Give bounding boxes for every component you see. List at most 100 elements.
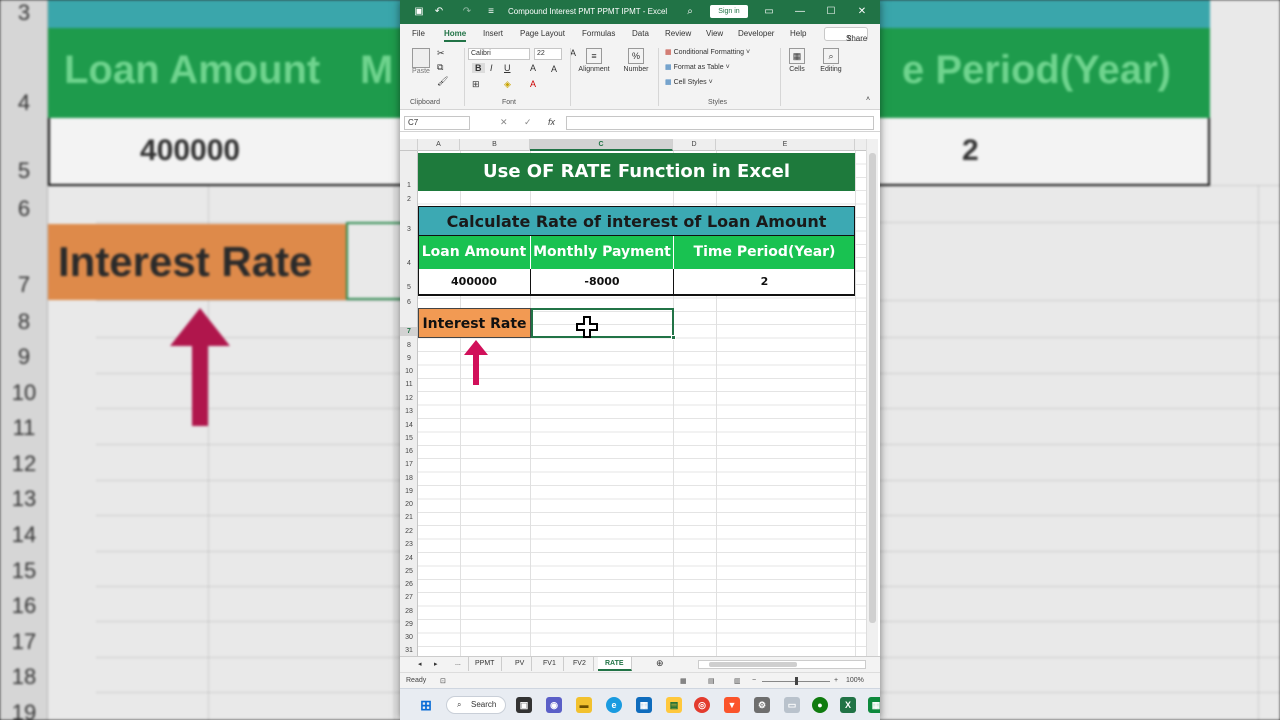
row-header[interactable]: 15 xyxy=(400,434,417,443)
font-name-select[interactable]: Calibri xyxy=(468,48,530,60)
strikethrough-icon[interactable]: A xyxy=(530,63,536,73)
column-header-a[interactable]: A xyxy=(418,139,460,151)
editing-button[interactable]: ⌕ Editing xyxy=(814,48,848,73)
decrease-font-icon[interactable]: A xyxy=(551,64,557,74)
fill-handle[interactable] xyxy=(671,335,676,340)
row-header[interactable]: 24 xyxy=(400,554,417,563)
undo-icon[interactable]: ↶ xyxy=(432,5,446,19)
tab-help[interactable]: Help xyxy=(790,29,806,38)
row-header[interactable]: 13 xyxy=(400,407,417,416)
header-time-period[interactable]: Time Period(Year) xyxy=(674,236,855,269)
search-icon[interactable]: ⌕ xyxy=(683,5,697,19)
row-header[interactable]: 29 xyxy=(400,620,417,629)
vertical-scrollbar[interactable] xyxy=(866,139,878,656)
value-time-period[interactable]: 2 xyxy=(674,269,855,295)
underline-icon[interactable]: U xyxy=(504,63,511,73)
redo-icon[interactable]: ↷ xyxy=(460,5,474,19)
row-header-selected[interactable]: 7 xyxy=(400,327,417,336)
photos-icon[interactable]: ▭ xyxy=(784,697,800,713)
chat-icon[interactable]: ◉ xyxy=(546,697,562,713)
insert-function-icon[interactable]: fx xyxy=(548,117,555,127)
conditional-formatting-button[interactable]: ▦ Conditional Formatting ˅ xyxy=(665,48,750,56)
edge-icon[interactable]: e xyxy=(606,697,622,713)
minimize-icon[interactable]: — xyxy=(793,5,807,19)
name-box[interactable]: C7 xyxy=(404,116,470,130)
alignment-button[interactable]: ≡ Alignment xyxy=(574,48,614,73)
normal-view-icon[interactable]: ▦ xyxy=(680,677,687,685)
format-painter-icon[interactable]: 🖌 xyxy=(437,76,448,87)
page-layout-view-icon[interactable]: ▤ xyxy=(708,677,715,685)
sheet-tab-fv2[interactable]: FV2 xyxy=(566,657,594,671)
row-header[interactable]: 10 xyxy=(400,367,417,376)
row-header[interactable]: 31 xyxy=(400,646,417,655)
sheet-tab-pv[interactable]: PV xyxy=(508,657,533,671)
row-header[interactable]: 21 xyxy=(400,513,417,522)
file-explorer-icon[interactable]: ▬ xyxy=(576,697,592,713)
column-header-b[interactable]: B xyxy=(460,139,530,151)
xbox-icon[interactable]: ● xyxy=(812,697,828,713)
select-all-corner[interactable] xyxy=(400,139,418,151)
sign-in-button[interactable]: Sign in xyxy=(710,5,748,18)
cells-button[interactable]: ▦ Cells xyxy=(784,48,810,73)
brave-icon[interactable]: ▼ xyxy=(724,697,740,713)
number-button[interactable]: % Number xyxy=(618,48,654,73)
row-header[interactable]: 28 xyxy=(400,607,417,616)
row-header[interactable]: 12 xyxy=(400,394,417,403)
value-loan-amount[interactable]: 400000 xyxy=(418,269,531,295)
row-header[interactable]: 22 xyxy=(400,527,417,536)
zoom-thumb[interactable] xyxy=(795,677,798,685)
taskbar-search[interactable]: ⌕ Search xyxy=(446,696,506,714)
row-header[interactable]: 26 xyxy=(400,580,417,589)
tab-insert[interactable]: Insert xyxy=(483,29,503,38)
fill-color-icon[interactable]: ◈ xyxy=(504,79,511,90)
row-header[interactable]: 8 xyxy=(400,341,417,350)
zoom-in-icon[interactable]: + xyxy=(834,677,838,684)
horizontal-scrollbar[interactable] xyxy=(698,660,866,669)
zoom-out-icon[interactable]: − xyxy=(752,677,756,684)
tab-developer[interactable]: Developer xyxy=(738,29,774,38)
maximize-icon[interactable]: ☐ xyxy=(824,5,838,19)
tab-file[interactable]: File xyxy=(412,29,425,38)
column-header-e[interactable]: E xyxy=(716,139,855,151)
row-header[interactable]: 19 xyxy=(400,487,417,496)
vertical-scroll-thumb[interactable] xyxy=(869,153,876,623)
worksheet-grid[interactable]: Use OF RATE Function in Excel Calculate … xyxy=(418,151,866,656)
folder-icon[interactable]: ▤ xyxy=(666,697,682,713)
row-header[interactable]: 5 xyxy=(400,283,417,292)
font-color-icon[interactable]: A xyxy=(530,79,536,89)
settings-icon[interactable]: ⚙ xyxy=(754,697,770,713)
close-icon[interactable]: ✕ xyxy=(855,5,869,19)
font-size-select[interactable]: 22 xyxy=(534,48,562,60)
italic-icon[interactable]: I xyxy=(490,63,493,73)
zoom-level[interactable]: 100% xyxy=(846,677,864,684)
format-as-table-button[interactable]: ▦ Format as Table ˅ xyxy=(665,63,730,71)
cell-styles-button[interactable]: ▦ Cell Styles ˅ xyxy=(665,78,713,86)
value-monthly-payment[interactable]: -8000 xyxy=(531,269,674,295)
tab-home[interactable]: Home xyxy=(444,29,467,42)
row-header[interactable]: 2 xyxy=(400,195,417,204)
add-sheet-icon[interactable]: ⊕ xyxy=(656,658,664,669)
column-header-c[interactable]: C xyxy=(530,139,673,151)
sheet-title-cell[interactable]: Use OF RATE Function in Excel xyxy=(418,153,855,191)
enter-icon[interactable]: ✓ xyxy=(524,117,532,128)
header-monthly-payment[interactable]: Monthly Payment xyxy=(531,236,674,269)
row-header[interactable]: 25 xyxy=(400,567,417,576)
row-header[interactable]: 4 xyxy=(400,259,417,268)
row-header[interactable]: 1 xyxy=(400,181,417,190)
sheet-tab-fv1[interactable]: FV1 xyxy=(536,657,564,671)
row-header[interactable]: 23 xyxy=(400,540,417,549)
tab-view[interactable]: View xyxy=(706,29,723,38)
subtitle-cell[interactable]: Calculate Rate of interest of Loan Amoun… xyxy=(418,206,855,236)
sheet-tab-rate[interactable]: RATE xyxy=(598,657,632,671)
tab-review[interactable]: Review xyxy=(665,29,691,38)
cancel-icon[interactable]: ✕ xyxy=(500,117,508,128)
ribbon-display-icon[interactable]: ▭ xyxy=(762,5,776,19)
sheet-tab-ppmt[interactable]: PPMT xyxy=(468,657,503,671)
borders-icon[interactable]: ⊞ xyxy=(472,79,480,90)
tab-scroll-left-icon[interactable]: ◂ xyxy=(418,660,422,668)
header-loan-amount[interactable]: Loan Amount xyxy=(418,236,531,269)
row-header[interactable]: 6 xyxy=(400,298,417,307)
share-button[interactable]: ⇪ Share xyxy=(824,27,868,43)
row-header[interactable]: 18 xyxy=(400,474,417,483)
tab-formulas[interactable]: Formulas xyxy=(582,29,615,38)
